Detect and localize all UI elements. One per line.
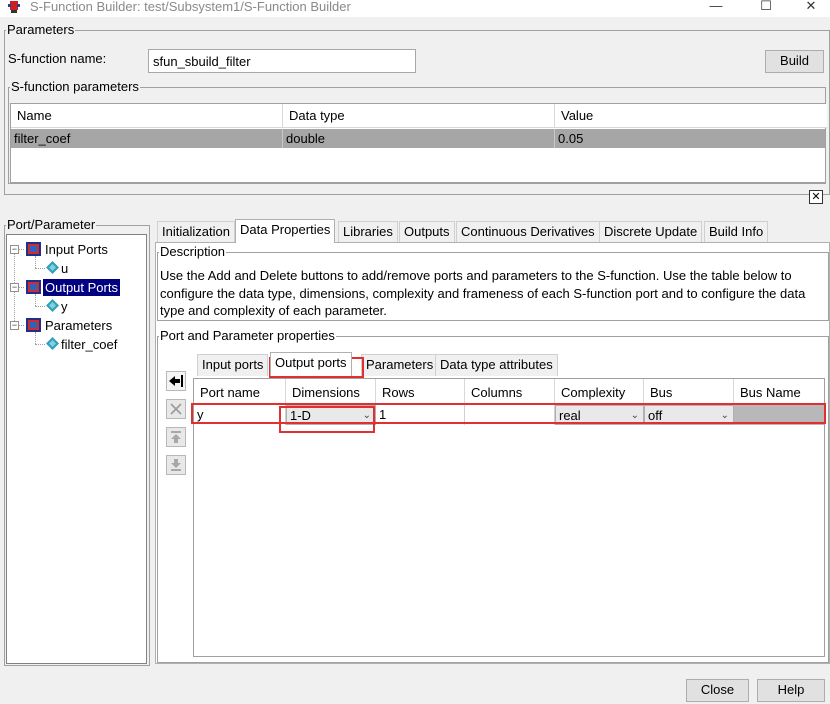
tab-libraries[interactable]: Libraries <box>338 221 398 243</box>
tree-connector <box>35 306 45 307</box>
tree-connector <box>35 344 45 345</box>
close-button[interactable]: Close <box>686 679 749 702</box>
highlight-dimensions-cell <box>279 406 375 433</box>
subtab-output-ports[interactable]: Output ports <box>270 352 352 376</box>
parameters-icon <box>26 318 41 332</box>
port-parameter-group-label: Port/Parameter <box>7 217 96 232</box>
col-header-complexity[interactable]: Complexity <box>555 379 644 404</box>
port-param-properties-label: Port and Parameter properties <box>160 328 335 343</box>
port-diamond-icon <box>46 261 59 274</box>
sfun-name-input[interactable] <box>148 49 416 73</box>
col-header-value[interactable]: Value <box>555 104 827 128</box>
col-header-bus[interactable]: Bus <box>644 379 734 404</box>
port-diamond-icon <box>46 299 59 312</box>
col-header-bus-name[interactable]: Bus Name <box>734 379 824 404</box>
sfun-name-label: S-function name: <box>8 51 107 66</box>
tab-build-info[interactable]: Build Info <box>704 221 769 243</box>
port-diamond-icon <box>46 337 59 350</box>
move-down-button[interactable] <box>166 455 186 475</box>
parameters-group-label: Parameters <box>7 22 75 37</box>
app-icon <box>7 0 21 14</box>
tree-item-y[interactable]: y <box>61 298 68 315</box>
expand-output-ports[interactable]: − <box>10 283 19 292</box>
description-group-label: Description <box>160 244 226 259</box>
sfun-params-table[interactable]: Name Data type Value filter_coef double … <box>10 103 827 183</box>
subtab-input-ports[interactable]: Input ports <box>197 354 269 376</box>
param-datatype-cell[interactable]: double <box>283 129 555 148</box>
delete-param-button[interactable]: ✕ <box>809 190 823 204</box>
move-up-button[interactable] <box>166 427 186 447</box>
tree-item-filter-coef[interactable]: filter_coef <box>61 336 117 353</box>
arrow-down-icon <box>171 459 181 471</box>
delete-icon <box>170 403 182 415</box>
port-parameter-tree[interactable]: − Input Ports u − Output Ports y − Param… <box>6 234 147 664</box>
minimize-button[interactable]: — <box>705 0 727 14</box>
title-bar: S-Function Builder: test/Subsystem1/S-Fu… <box>0 0 830 17</box>
col-header-datatype[interactable]: Data type <box>283 104 555 128</box>
col-header-columns[interactable]: Columns <box>465 379 555 404</box>
delete-port-button[interactable] <box>166 399 186 419</box>
tree-item-input-ports[interactable]: Input Ports <box>45 241 108 258</box>
tree-item-u[interactable]: u <box>61 260 68 277</box>
tab-continuous-derivatives[interactable]: Continuous Derivatives <box>456 221 600 243</box>
tab-discrete-update[interactable]: Discrete Update <box>599 221 703 243</box>
description-text: Use the Add and Delete buttons to add/re… <box>160 268 806 318</box>
tab-outputs[interactable]: Outputs <box>399 221 455 243</box>
tree-connector <box>35 332 36 344</box>
tree-connector <box>35 294 36 306</box>
help-button[interactable]: Help <box>757 679 825 702</box>
col-header-rows[interactable]: Rows <box>376 379 465 404</box>
param-value-cell[interactable]: 0.05 <box>555 129 825 148</box>
subtab-parameters[interactable]: Parameters <box>361 354 439 376</box>
expand-parameters[interactable]: − <box>10 321 19 330</box>
param-name-cell[interactable]: filter_coef <box>11 129 283 148</box>
tree-item-parameters[interactable]: Parameters <box>45 317 112 334</box>
tab-initialization[interactable]: Initialization <box>157 221 235 243</box>
arrow-up-icon <box>171 431 181 443</box>
expand-input-ports[interactable]: − <box>10 245 19 254</box>
close-window-button[interactable]: ✕ <box>800 0 822 14</box>
col-header-name[interactable]: Name <box>11 104 283 128</box>
maximize-button[interactable]: ☐ <box>755 0 777 14</box>
col-header-port-name[interactable]: Port name <box>194 379 286 404</box>
tree-connector <box>35 256 36 268</box>
output-ports-icon <box>26 280 41 294</box>
build-button[interactable]: Build <box>765 50 824 73</box>
tree-connector <box>35 268 45 269</box>
col-header-dimensions[interactable]: Dimensions <box>286 379 376 404</box>
subtab-data-type-attributes[interactable]: Data type attributes <box>435 354 558 376</box>
add-port-button[interactable] <box>166 371 186 391</box>
tab-data-properties[interactable]: Data Properties <box>235 219 336 243</box>
tree-item-output-ports[interactable]: Output Ports <box>43 279 120 296</box>
window-title: S-Function Builder: test/Subsystem1/S-Fu… <box>30 0 351 14</box>
sfun-params-group-label: S-function parameters <box>11 79 139 94</box>
add-port-icon <box>169 375 183 387</box>
input-ports-icon <box>26 242 41 256</box>
